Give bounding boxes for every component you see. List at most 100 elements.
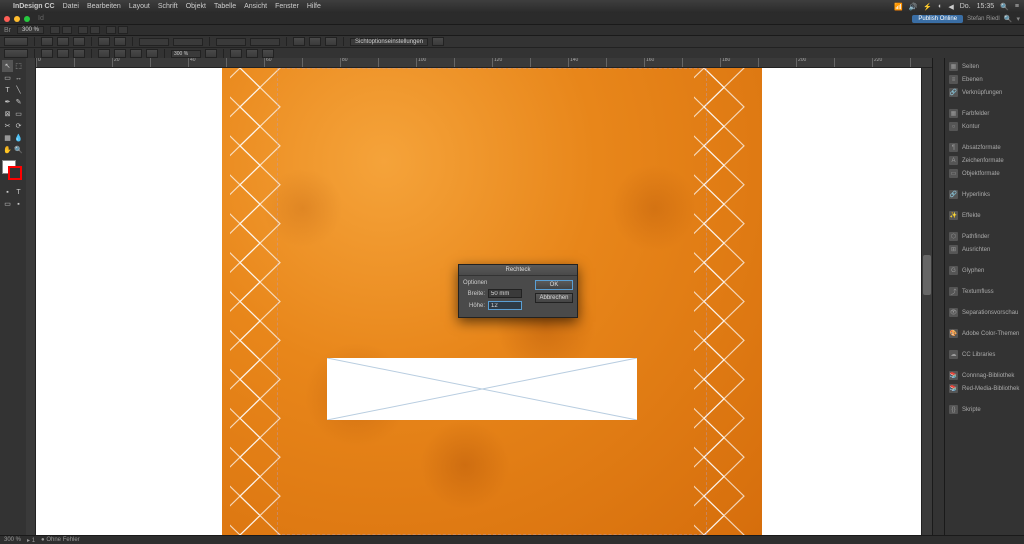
rectangle-tool[interactable]: ▭ bbox=[13, 108, 24, 120]
menubar-icon[interactable]: 📶 bbox=[894, 3, 903, 11]
panel-pathfinder[interactable]: ⬡Pathfinder bbox=[945, 230, 1024, 243]
view-mode-normal[interactable]: ▭ bbox=[2, 198, 13, 210]
fill-stroke-proxy[interactable] bbox=[4, 49, 28, 58]
ctrl-button[interactable] bbox=[73, 37, 85, 46]
apply-color-button[interactable]: ▪ bbox=[2, 186, 13, 198]
fill-stroke-proxy[interactable] bbox=[4, 37, 28, 46]
screen-mode-button[interactable] bbox=[106, 26, 116, 34]
ruler-origin[interactable] bbox=[26, 58, 36, 68]
pen-tool[interactable]: ✒ bbox=[2, 96, 13, 108]
window-minimize-icon[interactable] bbox=[14, 16, 20, 22]
vertical-scrollbar[interactable] bbox=[921, 68, 932, 535]
menu-tabelle[interactable]: Tabelle bbox=[214, 3, 236, 10]
gap-tool[interactable]: ↔ bbox=[13, 72, 24, 84]
height-input[interactable] bbox=[488, 301, 522, 310]
type-tool[interactable]: T bbox=[2, 84, 13, 96]
opacity-input[interactable] bbox=[171, 50, 201, 58]
menu-schrift[interactable]: Schrift bbox=[158, 3, 178, 10]
panel-farbfelder[interactable]: ▦Farbfelder bbox=[945, 107, 1024, 120]
menubar-icon[interactable]: ⚡ bbox=[923, 3, 932, 11]
window-zoom-icon[interactable] bbox=[24, 16, 30, 22]
bridge-icon[interactable]: Br bbox=[4, 27, 11, 34]
height-input[interactable] bbox=[250, 38, 280, 46]
menu-layout[interactable]: Layout bbox=[129, 3, 150, 10]
x-position-input[interactable] bbox=[139, 38, 169, 46]
ctrl-button[interactable] bbox=[98, 49, 110, 58]
width-input[interactable] bbox=[488, 289, 522, 298]
ctrl-button[interactable] bbox=[293, 37, 305, 46]
user-name-label[interactable]: Stefan Riedl bbox=[967, 16, 1000, 22]
menu-fenster[interactable]: Fenster bbox=[275, 3, 299, 10]
free-transform-tool[interactable]: ⟳ bbox=[13, 120, 24, 132]
app-name[interactable]: InDesign CC bbox=[13, 3, 55, 10]
scissors-tool[interactable]: ✂ bbox=[2, 120, 13, 132]
scrollbar-thumb[interactable] bbox=[923, 255, 931, 295]
ctrl-button[interactable] bbox=[230, 49, 242, 58]
ctrl-button[interactable] bbox=[130, 49, 142, 58]
width-input[interactable] bbox=[216, 38, 246, 46]
cancel-button[interactable]: Abbrechen bbox=[535, 293, 573, 303]
menubar-icon[interactable]: ◀ bbox=[948, 3, 953, 11]
arrange-button[interactable] bbox=[78, 26, 88, 34]
panel-dock-strip[interactable] bbox=[932, 58, 944, 535]
ctrl-button[interactable] bbox=[325, 37, 337, 46]
view-mode-preview[interactable]: ▪ bbox=[13, 198, 24, 210]
arrange-button[interactable] bbox=[90, 26, 100, 34]
menu-objekt[interactable]: Objekt bbox=[186, 3, 206, 10]
menu-hilfe[interactable]: Hilfe bbox=[307, 3, 321, 10]
fill-stroke-swatch[interactable] bbox=[2, 160, 24, 182]
view-options-select[interactable]: Sichtoptionseinstellungen bbox=[350, 38, 428, 46]
menubar-day[interactable]: Do. bbox=[960, 3, 971, 10]
vertical-ruler[interactable] bbox=[26, 68, 36, 535]
panel-kontur[interactable]: ○Kontur bbox=[945, 120, 1024, 133]
gradient-tool[interactable]: ▦ bbox=[2, 132, 13, 144]
panel-hyperlinks[interactable]: 🔗Hyperlinks bbox=[945, 188, 1024, 201]
workspace-switcher-icon[interactable]: ▾ bbox=[1016, 15, 1020, 23]
empty-graphic-frame[interactable] bbox=[327, 358, 637, 420]
panel-glyphen[interactable]: GGlyphen bbox=[945, 264, 1024, 277]
ctrl-button[interactable] bbox=[57, 49, 69, 58]
rectangle-frame-tool[interactable]: ⊠ bbox=[2, 108, 13, 120]
ctrl-button[interactable] bbox=[73, 49, 85, 58]
direct-selection-tool[interactable]: ⬚ bbox=[13, 60, 24, 72]
ctrl-button[interactable] bbox=[432, 37, 444, 46]
spotlight-icon[interactable]: 🔍 bbox=[1000, 3, 1009, 11]
eyedropper-tool[interactable]: 💧 bbox=[13, 132, 24, 144]
stroke-swatch-icon[interactable] bbox=[8, 166, 22, 180]
status-zoom[interactable]: 300 % bbox=[4, 537, 21, 543]
panel-seiten[interactable]: ▦Seiten bbox=[945, 60, 1024, 73]
status-preflight[interactable]: ● Ohne Fehler bbox=[41, 537, 80, 543]
ok-button[interactable]: OK bbox=[535, 280, 573, 290]
ctrl-button[interactable] bbox=[41, 37, 53, 46]
ctrl-button[interactable] bbox=[262, 49, 274, 58]
panel-adobe-color-themen[interactable]: 🎨Adobe Color-Themen bbox=[945, 327, 1024, 340]
ctrl-button[interactable] bbox=[114, 37, 126, 46]
ctrl-button[interactable] bbox=[57, 37, 69, 46]
ctrl-button[interactable] bbox=[205, 49, 217, 58]
panel-ebenen[interactable]: ≡Ebenen bbox=[945, 73, 1024, 86]
panel-absatzformate[interactable]: ¶Absatzformate bbox=[945, 141, 1024, 154]
menubar-icon[interactable]: ◐ bbox=[938, 3, 942, 10]
panel-ausrichten[interactable]: ⊞Ausrichten bbox=[945, 243, 1024, 256]
panel-separationsvorschau[interactable]: 👁Separationsvorschau bbox=[945, 306, 1024, 319]
panel-zeichenformate[interactable]: AZeichenformate bbox=[945, 154, 1024, 167]
view-mode-button[interactable] bbox=[50, 26, 60, 34]
menu-ansicht[interactable]: Ansicht bbox=[244, 3, 267, 10]
ctrl-button[interactable] bbox=[246, 49, 258, 58]
zoom-level-select[interactable]: 300 % bbox=[17, 26, 44, 34]
panel-effekte[interactable]: ✨Effekte bbox=[945, 209, 1024, 222]
ctrl-button[interactable] bbox=[309, 37, 321, 46]
panel-skripte[interactable]: {}Skripte bbox=[945, 403, 1024, 416]
horizontal-ruler[interactable] bbox=[26, 58, 932, 68]
text-format-button[interactable]: T bbox=[13, 186, 24, 198]
chrome-search-icon[interactable]: 🔍 bbox=[1004, 15, 1013, 23]
line-tool[interactable]: ╲ bbox=[13, 84, 24, 96]
panel-objektformate[interactable]: ▭Objektformate bbox=[945, 167, 1024, 180]
screen-mode-button[interactable] bbox=[118, 26, 128, 34]
menu-datei[interactable]: Datei bbox=[63, 3, 79, 10]
ctrl-button[interactable] bbox=[41, 49, 53, 58]
view-mode-button[interactable] bbox=[62, 26, 72, 34]
panel-cc-libraries[interactable]: ☁CC Libraries bbox=[945, 348, 1024, 361]
zoom-tool[interactable]: 🔍 bbox=[13, 144, 24, 156]
panel-connnag-bibliothek[interactable]: 📚Connnag-Bibliothek bbox=[945, 369, 1024, 382]
